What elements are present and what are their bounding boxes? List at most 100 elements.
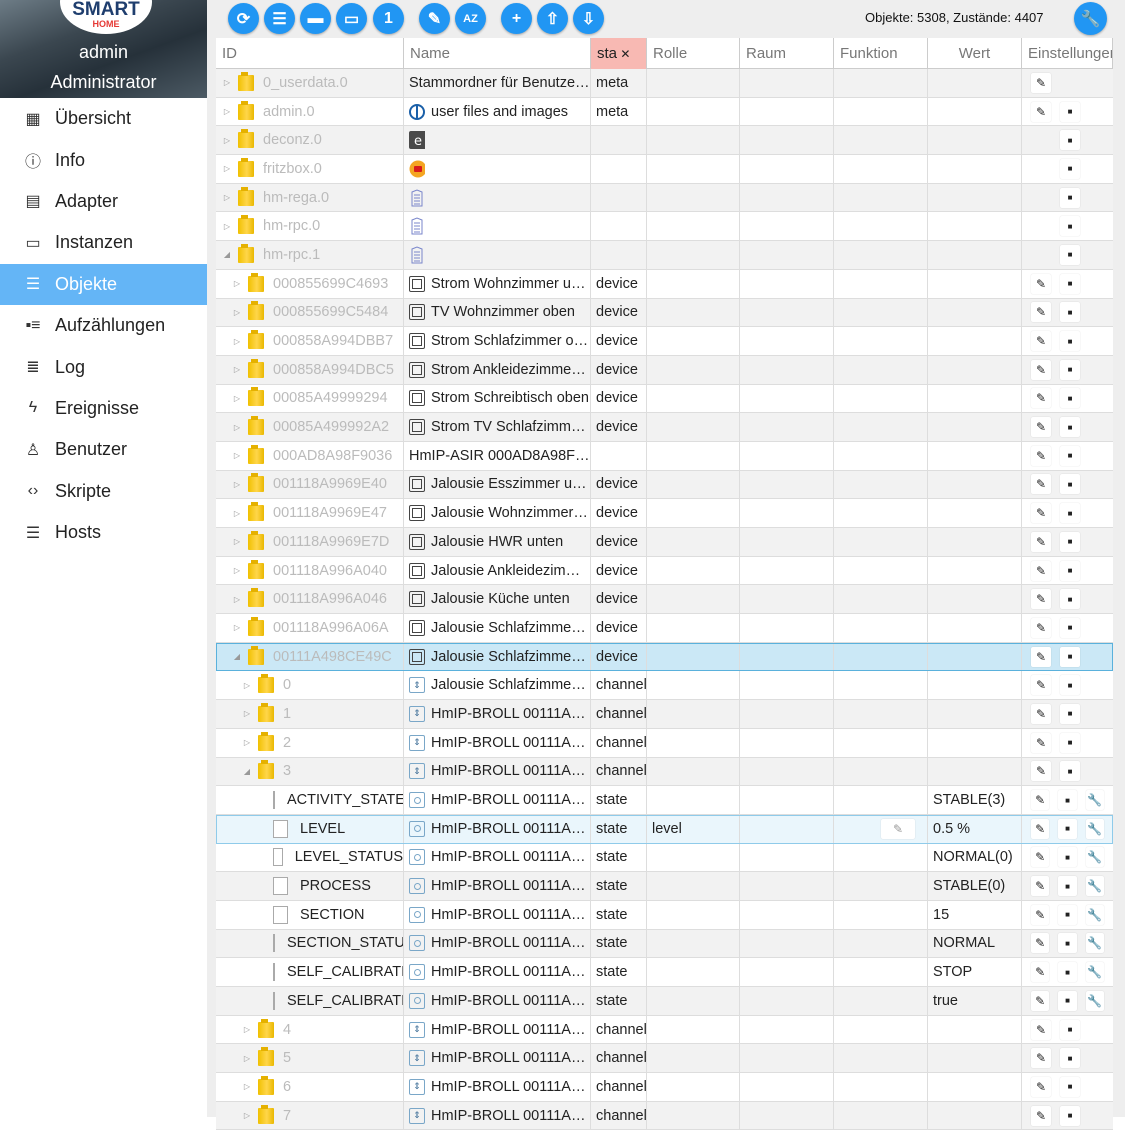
edit-icon[interactable]: ✎ bbox=[1031, 359, 1051, 380]
wrench-icon[interactable]: 🔧 bbox=[1085, 904, 1104, 925]
sidebar-item-ereignisse[interactable]: ϟ Ereignisse bbox=[0, 388, 207, 429]
delete-icon[interactable]: ■ bbox=[1058, 962, 1077, 983]
table-row[interactable]: ▷ 001118A996A046 Jalousie Küche unten devic… bbox=[216, 585, 1113, 615]
delete-icon[interactable]: ■ bbox=[1060, 417, 1080, 438]
table-row[interactable]: ▷0⇕Jalousie Schlafzimmer oben:0channel✎■ bbox=[216, 671, 1113, 701]
delete-icon[interactable]: ■ bbox=[1060, 617, 1080, 638]
table-row[interactable]: SECTION_STATUS HmIP-BROLL 00111A498CE49C:… bbox=[216, 929, 1113, 959]
column-header-id[interactable]: ID bbox=[216, 38, 404, 69]
expand-toggle-icon[interactable]: ▷ bbox=[222, 193, 232, 202]
delete-icon[interactable]: ■ bbox=[1060, 589, 1080, 610]
sidebar-item-adapter[interactable]: ▤ Adapter bbox=[0, 181, 207, 222]
wrench-icon[interactable]: 🔧 bbox=[1085, 790, 1104, 811]
expand-toggle-icon[interactable]: ▷ bbox=[232, 423, 242, 432]
edit-icon[interactable]: ✎ bbox=[1031, 933, 1050, 954]
delete-icon[interactable]: ■ bbox=[1060, 474, 1080, 495]
expand-toggle-icon[interactable]: ▷ bbox=[232, 595, 242, 604]
column-header-raum[interactable]: Raum bbox=[740, 38, 834, 69]
clear-filter-icon[interactable]: ✕ bbox=[617, 47, 630, 61]
delete-icon[interactable]: ■ bbox=[1060, 761, 1080, 782]
edit-icon[interactable]: ✎ bbox=[1031, 331, 1051, 352]
edit-icon[interactable]: ✎ bbox=[1031, 72, 1051, 93]
table-row[interactable]: ▷ fritzbox.0 ■ bbox=[216, 155, 1113, 184]
folder-open-button[interactable]: ▭ bbox=[336, 3, 367, 34]
list-view-button[interactable]: ☰ bbox=[264, 3, 295, 34]
delete-icon[interactable]: ■ bbox=[1060, 503, 1080, 524]
delete-icon[interactable]: ■ bbox=[1060, 388, 1080, 409]
delete-icon[interactable]: ■ bbox=[1060, 1076, 1080, 1097]
edit-icon[interactable]: ✎ bbox=[1031, 474, 1051, 495]
edit-icon[interactable]: ✎ bbox=[1031, 876, 1050, 897]
delete-icon[interactable]: ■ bbox=[1060, 302, 1080, 323]
table-row[interactable]: ACTIVITY_STATE HmIP-BROLL 00111A498CE49C:… bbox=[216, 786, 1113, 815]
edit-icon[interactable]: ✎ bbox=[1031, 962, 1050, 983]
expand-toggle-icon[interactable]: ▷ bbox=[232, 537, 242, 546]
edit-icon[interactable]: ✎ bbox=[1031, 560, 1051, 581]
delete-icon[interactable]: ■ bbox=[1060, 646, 1080, 667]
edit-icon[interactable]: ✎ bbox=[1031, 531, 1051, 552]
refresh-button[interactable]: ⟳ bbox=[228, 3, 259, 34]
edit-icon[interactable]: ✎ bbox=[1031, 790, 1050, 811]
wrench-icon[interactable]: 🔧 bbox=[1085, 847, 1104, 868]
expand-toggle-icon[interactable]: ▷ bbox=[242, 738, 252, 747]
delete-icon[interactable]: ■ bbox=[1060, 216, 1080, 237]
column-header-wert[interactable]: Wert bbox=[928, 38, 1022, 69]
table-row[interactable]: ▷ admin.0 user files and images meta ✎ ■ bbox=[216, 97, 1113, 127]
sidebar-item-info[interactable]: ⓘ Info bbox=[0, 139, 207, 180]
expand-toggle-icon[interactable]: ▷ bbox=[232, 365, 242, 374]
expand-toggle-icon[interactable]: ▷ bbox=[242, 1082, 252, 1091]
edit-icon[interactable]: ✎ bbox=[1031, 273, 1051, 294]
table-row[interactable]: LEVEL_STATUS HmIP-BROLL 00111A498CE49C:3.… bbox=[216, 843, 1113, 873]
table-row[interactable]: ▷2⇕HmIP-BROLL 00111A498CE49C:2channel✎■ bbox=[216, 728, 1113, 758]
expand-toggle-icon[interactable]: ▷ bbox=[242, 1025, 252, 1034]
edit-icon[interactable]: ✎ bbox=[1031, 1019, 1051, 1040]
edit-icon[interactable]: ✎ bbox=[1031, 302, 1051, 323]
folder-closed-button[interactable]: ▬ bbox=[300, 3, 331, 34]
table-row[interactable]: PROCESS HmIP-BROLL 00111A498CE49C:3.PROCE… bbox=[216, 872, 1113, 901]
delete-icon[interactable]: ■ bbox=[1060, 273, 1080, 294]
table-row[interactable]: ▷6⇕HmIP-BROLL 00111A498CE49C:6channel✎■ bbox=[216, 1073, 1113, 1102]
delete-icon[interactable]: ■ bbox=[1058, 790, 1077, 811]
sidebar-item-log[interactable]: ≣ Log bbox=[0, 346, 207, 387]
edit-icon[interactable]: ✎ bbox=[1031, 904, 1050, 925]
table-row[interactable]: SECTION HmIP-BROLL 00111A498CE49C:3.SECTI… bbox=[216, 900, 1113, 930]
add-button[interactable]: + bbox=[501, 3, 532, 34]
delete-icon[interactable]: ■ bbox=[1060, 331, 1080, 352]
expand-toggle-icon[interactable]: ▷ bbox=[232, 451, 242, 460]
expand-toggle-icon[interactable]: ▷ bbox=[232, 623, 242, 632]
table-row[interactable]: ▷ 001118A9969E40 Jalousie Esszimmer unten d… bbox=[216, 470, 1113, 500]
table-row[interactable]: LEVEL HmIP-BROLL 00111A498CE49C:3.LEVEL st… bbox=[216, 814, 1113, 844]
wrench-icon[interactable]: 🔧 bbox=[1085, 990, 1104, 1011]
wrench-icon[interactable]: 🔧 bbox=[1085, 962, 1104, 983]
delete-icon[interactable]: ■ bbox=[1060, 101, 1080, 122]
delete-icon[interactable]: ■ bbox=[1060, 703, 1080, 724]
delete-icon[interactable]: ■ bbox=[1058, 876, 1077, 897]
edit-icon[interactable]: ✎ bbox=[1031, 646, 1051, 667]
delete-icon[interactable]: ■ bbox=[1058, 818, 1077, 839]
expand-toggle-icon[interactable]: ▷ bbox=[232, 308, 242, 317]
table-row[interactable]: ▷ 001118A996A06A Jalousie Schlafzimmer obe… bbox=[216, 614, 1113, 643]
wrench-icon[interactable]: 🔧 bbox=[1085, 818, 1104, 839]
expand-toggle-icon[interactable]: ▷ bbox=[232, 279, 242, 288]
table-row[interactable]: ▷ hm-rega.0 ■ bbox=[216, 183, 1113, 213]
delete-icon[interactable]: ■ bbox=[1060, 732, 1080, 753]
table-row[interactable]: ▷1⇕HmIP-BROLL 00111A498CE49C:1channel✎■ bbox=[216, 700, 1113, 729]
delete-icon[interactable]: ■ bbox=[1058, 847, 1077, 868]
edit-icon[interactable]: ✎ bbox=[1031, 1105, 1051, 1126]
table-row[interactable]: ▷ 001118A996A040 Jalousie Ankleidezimmer o… bbox=[216, 556, 1113, 586]
table-row[interactable]: ▷ hm-rpc.0 ■ bbox=[216, 212, 1113, 242]
table-row[interactable]: ▷ 000858A994DBB7 Strom Schlafzimmer oben de… bbox=[216, 327, 1113, 356]
table-row[interactable]: ▷5⇕HmIP-BROLL 00111A498CE49C:5channel✎■ bbox=[216, 1044, 1113, 1074]
delete-icon[interactable]: ■ bbox=[1060, 445, 1080, 466]
expand-toggle-icon[interactable]: ▷ bbox=[222, 222, 232, 231]
edit-icon[interactable]: ✎ bbox=[1031, 675, 1051, 696]
sidebar-item-skripte[interactable]: ‹› Skripte bbox=[0, 471, 207, 512]
column-header-funktion[interactable]: Funktion bbox=[834, 38, 928, 69]
table-row[interactable]: ▷ deconz.0 e ■ bbox=[216, 126, 1113, 156]
column-header-name[interactable]: Name bbox=[404, 38, 591, 69]
table-row[interactable]: ◢ hm-rpc.1 ■ bbox=[216, 241, 1113, 270]
table-row[interactable]: ◢3⇕HmIP-BROLL 00111A498CE49C:3channel✎■ bbox=[216, 757, 1113, 787]
edit-icon[interactable]: ✎ bbox=[1031, 818, 1050, 839]
edit-icon[interactable]: ✎ bbox=[1031, 761, 1051, 782]
column-header-sta[interactable]: sta ✕ bbox=[591, 38, 647, 69]
